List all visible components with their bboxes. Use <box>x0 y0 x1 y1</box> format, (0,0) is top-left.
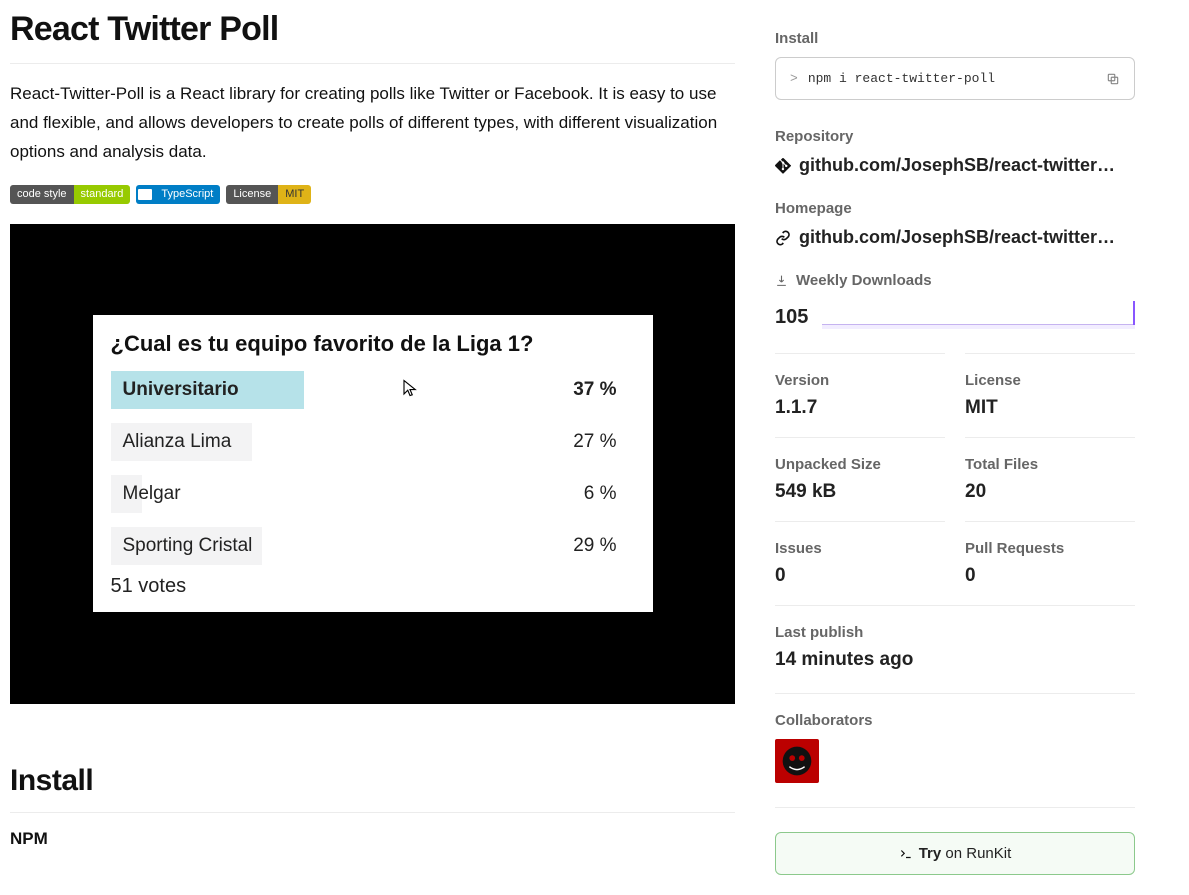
divider <box>10 812 735 813</box>
copy-icon[interactable] <box>1106 72 1120 86</box>
poll-option-pct: 37 % <box>573 379 616 401</box>
package-description: React-Twitter-Poll is a React library fo… <box>10 80 735 167</box>
stat-label: Last publish <box>775 624 1135 641</box>
sidebar-install-label: Install <box>775 30 1135 47</box>
badge-left: code style <box>10 185 74 204</box>
stat-size: Unpacked Size 549 kB <box>775 437 945 521</box>
poll-option[interactable]: Universitario37 % <box>111 367 635 413</box>
poll-option-pct: 29 % <box>573 535 616 557</box>
sidebar-downloads-label: Weekly Downloads <box>796 272 932 289</box>
prompt-icon: > <box>790 71 798 86</box>
downloads-sparkline <box>822 299 1135 329</box>
stat-pullrequests[interactable]: Pull Requests 0 <box>965 521 1135 605</box>
poll-card: ¿Cual es tu equipo favorito de la Liga 1… <box>93 315 653 612</box>
poll-option-label: Alianza Lima <box>119 431 574 453</box>
typescript-icon: TS <box>136 185 154 204</box>
git-icon <box>775 158 791 174</box>
collaborator-avatar[interactable] <box>775 739 819 783</box>
poll-option[interactable]: Alianza Lima27 % <box>111 419 635 465</box>
stat-value: 549 kB <box>775 481 945 503</box>
stat-label: Issues <box>775 540 945 557</box>
poll-option-label: Universitario <box>119 379 574 401</box>
badge-right: standard <box>74 185 131 204</box>
try-rest: on RunKit <box>941 845 1011 862</box>
badge-typescript[interactable]: TS TypeScript <box>136 185 220 204</box>
section-install: Install <box>10 764 735 798</box>
try-bold: Try <box>919 845 942 862</box>
stat-lastpublish: Last publish 14 minutes ago <box>775 605 1135 689</box>
badge-codestyle[interactable]: code style standard <box>10 185 130 204</box>
install-command: npm i react-twitter-poll <box>808 71 1106 86</box>
page-title: React Twitter Poll <box>10 10 735 49</box>
sidebar-home-label: Homepage <box>775 200 1135 217</box>
homepage-link[interactable]: github.com/JosephSB/react-twitter-poll… <box>775 227 1135 248</box>
sidebar-collab-label: Collaborators <box>775 712 1135 729</box>
download-icon <box>775 274 788 287</box>
poll-option-pct: 27 % <box>573 431 616 453</box>
divider <box>775 807 1135 808</box>
homepage-link-text: github.com/JosephSB/react-twitter-poll… <box>799 227 1119 248</box>
stat-files: Total Files 20 <box>965 437 1135 521</box>
badge-right: MIT <box>278 185 311 204</box>
stat-label: Version <box>775 372 945 389</box>
stat-value: MIT <box>965 397 1135 419</box>
cursor-icon <box>401 377 419 405</box>
link-icon <box>775 230 791 246</box>
poll-option-label: Melgar <box>119 483 584 505</box>
terminal-icon <box>899 847 913 861</box>
poll-votecount: 51 votes <box>111 575 635 598</box>
stat-value: 0 <box>775 565 945 587</box>
badges-row: code style standard TS TypeScript Licens… <box>10 185 735 204</box>
downloads-value: 105 <box>775 306 808 329</box>
repo-link-text: github.com/JosephSB/react-twitter-poll <box>799 155 1119 176</box>
stat-version: Version 1.1.7 <box>775 353 945 437</box>
repo-link[interactable]: github.com/JosephSB/react-twitter-poll <box>775 155 1135 176</box>
sidebar-repo-label: Repository <box>775 128 1135 145</box>
stat-label: Total Files <box>965 456 1135 473</box>
poll-option-pct: 6 % <box>584 483 617 505</box>
poll-option[interactable]: Melgar6 % <box>111 471 635 517</box>
poll-option[interactable]: Sporting Cristal29 % <box>111 523 635 569</box>
stat-value: 1.1.7 <box>775 397 945 419</box>
poll-option-label: Sporting Cristal <box>119 535 574 557</box>
stat-value: 14 minutes ago <box>775 649 1135 671</box>
badge-license[interactable]: License MIT <box>226 185 311 204</box>
stat-license: License MIT <box>965 353 1135 437</box>
demo-image: ¿Cual es tu equipo favorito de la Liga 1… <box>10 224 735 704</box>
divider <box>775 693 1135 694</box>
divider <box>10 63 735 64</box>
try-runkit-button[interactable]: Try on RunKit <box>775 832 1135 875</box>
poll-question: ¿Cual es tu equipo favorito de la Liga 1… <box>111 331 635 357</box>
stat-issues[interactable]: Issues 0 <box>775 521 945 605</box>
stat-label: Pull Requests <box>965 540 1135 557</box>
stat-label: License <box>965 372 1135 389</box>
stat-value: 0 <box>965 565 1135 587</box>
stat-label: Unpacked Size <box>775 456 945 473</box>
install-command-box[interactable]: > npm i react-twitter-poll <box>775 57 1135 100</box>
install-sub-npm: NPM <box>10 829 735 849</box>
badge-left: License <box>226 185 278 204</box>
badge-right: TypeScript <box>154 185 220 204</box>
stat-value: 20 <box>965 481 1135 503</box>
